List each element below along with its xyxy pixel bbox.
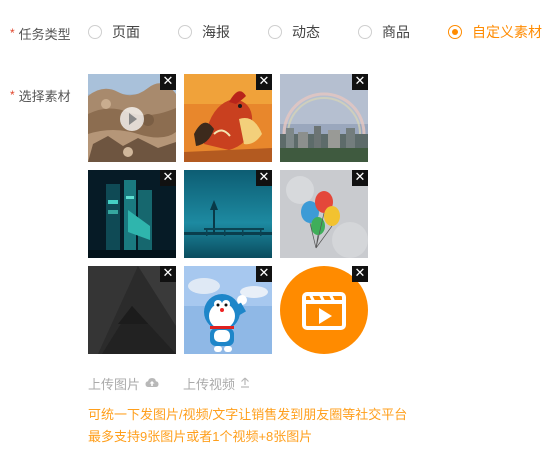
close-icon[interactable]: ✕ [256, 266, 272, 282]
hint-text-2: 最多支持9张图片或者1个视频+8张图片 [88, 429, 313, 444]
material-tile-video-placeholder[interactable]: ✕ [280, 266, 368, 354]
close-icon[interactable]: ✕ [160, 266, 176, 282]
hint-text-1: 可统一下发图片/视频/文字让销售发到朋友圈等社交平台 [88, 407, 408, 422]
radio-circle[interactable] [88, 25, 102, 39]
close-icon[interactable]: ✕ [256, 74, 272, 90]
close-icon[interactable]: ✕ [352, 266, 368, 282]
required-marker: * [10, 88, 15, 102]
close-icon[interactable]: ✕ [160, 170, 176, 186]
radio-circle-checked[interactable] [448, 25, 462, 39]
radio-label-product: 商品 [382, 24, 410, 40]
radio-label-custom-material: 自定义素材 [472, 24, 542, 40]
upload-image-label: 上传图片 [88, 377, 141, 392]
close-icon[interactable]: ✕ [352, 74, 368, 90]
close-icon[interactable]: ✕ [256, 170, 272, 186]
radio-option-moments[interactable]: 动态 [268, 22, 320, 42]
required-marker: * [10, 26, 15, 40]
material-tile-video[interactable]: ✕ [88, 74, 176, 162]
materials-label: * 选择素材 [10, 86, 71, 105]
materials-label-text: 选择素材 [18, 89, 71, 104]
material-tile-image[interactable]: ✕ [280, 74, 368, 162]
material-tile-image[interactable]: ✕ [88, 170, 176, 258]
upload-video-label: 上传视频 [183, 377, 236, 392]
radio-circle[interactable] [358, 25, 372, 39]
material-tile-image[interactable]: ✕ [88, 266, 176, 354]
radio-circle[interactable] [178, 25, 192, 39]
upload-arrow-icon [240, 377, 250, 391]
task-type-radio-group: 页面 海报 动态 商品 自定义素材 [88, 22, 542, 42]
radio-option-custom-material[interactable]: 自定义素材 [448, 22, 542, 42]
upload-actions: 上传图片 上传视频 [88, 374, 274, 393]
close-icon[interactable]: ✕ [160, 74, 176, 90]
close-icon[interactable]: ✕ [352, 170, 368, 186]
radio-option-page[interactable]: 页面 [88, 22, 140, 42]
radio-option-product[interactable]: 商品 [358, 22, 410, 42]
radio-option-poster[interactable]: 海报 [178, 22, 230, 42]
material-tile-image[interactable]: ✕ [184, 74, 272, 162]
material-tile-image[interactable]: ✕ [184, 266, 272, 354]
radio-label-page: 页面 [112, 24, 140, 40]
task-type-label-text: 任务类型 [18, 27, 71, 42]
radio-label-poster: 海报 [202, 24, 230, 40]
radio-label-moments: 动态 [292, 24, 320, 40]
upload-video-button[interactable]: 上传视频 [183, 374, 250, 393]
play-icon[interactable] [120, 107, 144, 131]
upload-image-button[interactable]: 上传图片 [88, 374, 159, 393]
task-type-label: * 任务类型 [10, 24, 71, 43]
radio-circle[interactable] [268, 25, 282, 39]
cloud-upload-icon [145, 377, 159, 391]
material-tile-image[interactable]: ✕ [280, 170, 368, 258]
material-tile-image[interactable]: ✕ [184, 170, 272, 258]
